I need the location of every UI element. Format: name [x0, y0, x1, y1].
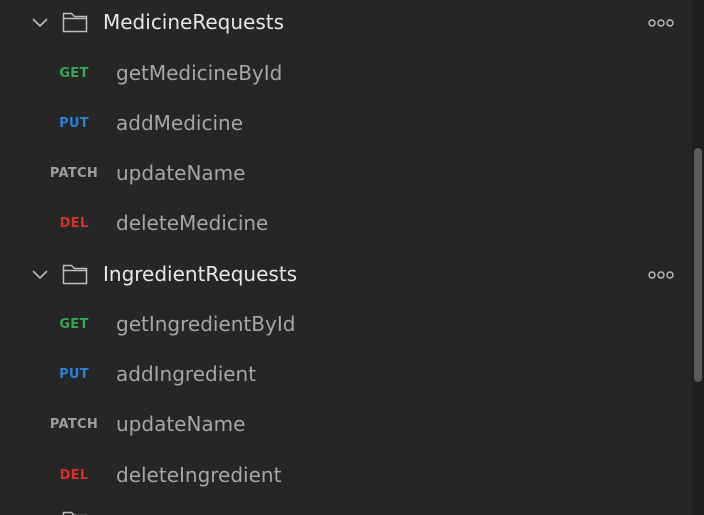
chevron-down-icon[interactable]: [31, 266, 49, 284]
vertical-scrollbar[interactable]: [692, 0, 704, 515]
request-row[interactable]: DEL deleteIngredient: [0, 451, 692, 501]
request-name: addIngredient: [116, 362, 257, 386]
request-name: deleteMedicine: [116, 211, 269, 235]
method-badge-get: GET: [59, 317, 89, 332]
request-name: deleteIngredient: [116, 463, 282, 487]
request-row[interactable]: PUT addIngredient: [0, 350, 692, 400]
folder-icon: [62, 509, 88, 515]
method-badge-del: DEL: [59, 468, 89, 483]
scrollbar-thumb[interactable]: [694, 148, 702, 382]
more-options-icon[interactable]: [647, 14, 675, 32]
folder-icon: [62, 10, 88, 34]
method-badge-patch: PATCH: [49, 166, 99, 181]
request-row[interactable]: GET getMedicineById: [0, 49, 692, 99]
method-badge-put: PUT: [59, 116, 89, 131]
method-badge-del: DEL: [59, 216, 89, 231]
request-name: getMedicineById: [116, 61, 283, 85]
more-options-icon[interactable]: [647, 266, 675, 284]
request-row[interactable]: PATCH updateName: [0, 400, 692, 450]
folder-name: IngredientRequests: [103, 262, 298, 286]
request-row[interactable]: PATCH updateName: [0, 149, 692, 199]
request-row[interactable]: GET getIngredientById: [0, 300, 692, 350]
chevron-down-icon[interactable]: [31, 14, 49, 32]
request-row[interactable]: DEL deleteMedicine: [0, 199, 692, 249]
collection-tree: MedicineRequests GET getMedicineById PUT…: [0, 0, 704, 515]
request-name: getIngredientById: [116, 312, 296, 336]
folder-name: MedicineRequests: [103, 10, 285, 34]
method-badge-patch: PATCH: [49, 417, 99, 432]
method-badge-put: PUT: [59, 367, 89, 382]
folder-row-medicine-requests[interactable]: MedicineRequests: [0, 0, 692, 48]
request-name: addMedicine: [116, 111, 243, 135]
request-row[interactable]: PUT addMedicine: [0, 99, 692, 149]
request-name: updateName: [116, 161, 246, 185]
method-badge-get: GET: [59, 66, 89, 81]
request-name: updateName: [116, 412, 246, 436]
folder-row-ingredient-requests[interactable]: IngredientRequests: [0, 250, 692, 300]
folder-icon: [62, 262, 88, 286]
